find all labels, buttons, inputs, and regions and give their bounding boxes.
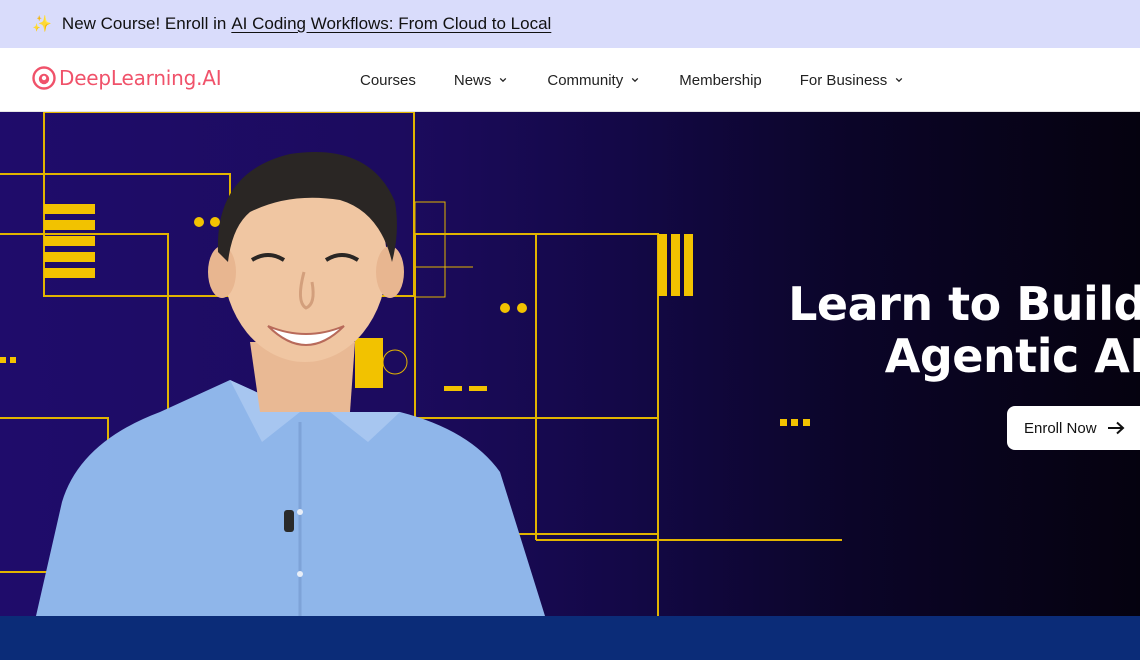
next-section-band bbox=[0, 616, 1140, 660]
instructor-photo bbox=[36, 152, 545, 616]
top-navbar: DeepLearning.AI Courses News Community M… bbox=[0, 48, 1140, 112]
announcement-course-link[interactable]: AI Coding Workflows: From Cloud to Local bbox=[231, 14, 551, 34]
brand-logo[interactable]: DeepLearning.AI bbox=[32, 66, 222, 90]
deeplearning-logo-icon bbox=[32, 66, 56, 90]
hero-title-line-2: Agentic AI bbox=[884, 329, 1140, 383]
sparkle-icon: ✨ bbox=[32, 16, 52, 33]
announcement-text: New Course! Enroll in bbox=[61, 14, 227, 33]
nav-item-label: Courses bbox=[360, 71, 416, 89]
chevron-down-icon bbox=[631, 77, 639, 83]
nav-item-news[interactable]: News bbox=[454, 72, 508, 89]
nav-item-label: News bbox=[453, 71, 492, 89]
brand-name: DeepLearning.AI bbox=[59, 66, 222, 90]
enroll-now-label: Enroll Now bbox=[1024, 419, 1097, 437]
nav-item-membership[interactable]: Membership bbox=[679, 72, 762, 89]
nav-item-label: Membership bbox=[679, 71, 762, 89]
hero-banner: Learn to Build Agentic AI Enroll Now bbox=[0, 112, 1140, 616]
chevron-down-icon bbox=[896, 77, 903, 83]
chevron-down-icon bbox=[500, 77, 507, 83]
nav-item-for-business[interactable]: For Business bbox=[800, 72, 904, 89]
hero-title: Learn to Build Agentic AI bbox=[788, 278, 1140, 382]
nav-item-label: For Business bbox=[799, 71, 888, 89]
nav-item-courses[interactable]: Courses bbox=[360, 72, 416, 89]
nav-item-community[interactable]: Community bbox=[547, 72, 639, 89]
hero-title-line-1: Learn to Build bbox=[788, 277, 1140, 331]
main-menu: Courses News Community Membership For Bu… bbox=[360, 48, 903, 112]
announcement-bar: ✨ New Course! Enroll in AI Coding Workfl… bbox=[0, 0, 1140, 48]
nav-item-label: Community bbox=[547, 71, 624, 89]
enroll-now-button[interactable]: Enroll Now bbox=[1007, 406, 1140, 450]
arrow-right-icon bbox=[1107, 421, 1125, 435]
